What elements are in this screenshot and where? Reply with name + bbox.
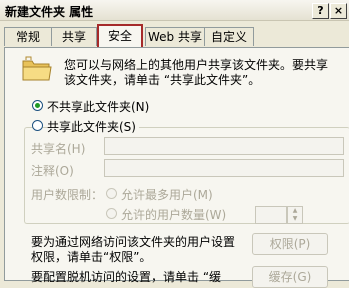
share-name-label: 共享名(H)	[31, 142, 86, 156]
user-count-input[interactable]	[255, 206, 287, 224]
shared-folder-icon	[22, 56, 52, 81]
comment-input[interactable]	[104, 159, 344, 177]
tab-strip: 常规 共享 安全 Web 共享 自定义	[0, 24, 349, 48]
max-allowed-radio[interactable]	[106, 188, 117, 199]
permissions-button[interactable]: 权限(P)	[252, 233, 328, 255]
spin-up-icon[interactable]: ▲	[288, 207, 302, 215]
help-button[interactable]: ?	[312, 3, 329, 19]
caching-button[interactable]: 缓存(G)	[252, 266, 328, 288]
caching-text-line1: 要配置脱机访问的设置，请单击 “缓	[31, 270, 222, 284]
allow-count-label[interactable]: 允许的用户数量(W)	[121, 206, 226, 223]
comment-label: 注释(O)	[31, 164, 74, 178]
user-count-spinner[interactable]: ▲ ▼	[287, 206, 303, 224]
no-share-radio[interactable]	[32, 100, 43, 111]
no-share-label[interactable]: 不共享此文件夹(N)	[47, 98, 149, 115]
user-limit-label: 用户数限制：	[31, 188, 104, 202]
tab-customize[interactable]: 自定义	[204, 27, 254, 46]
share-label[interactable]: 共享此文件夹(S)	[47, 118, 139, 135]
max-allowed-label[interactable]: 允许最多用户(M)	[121, 186, 213, 203]
share-radio[interactable]	[32, 120, 43, 131]
close-button[interactable]: ×	[330, 3, 347, 19]
share-name-input[interactable]	[104, 137, 344, 155]
window-title: 新建文件夹 属性	[5, 5, 94, 19]
tab-security[interactable]: 安全	[97, 24, 143, 48]
title-bar: 新建文件夹 属性 ? ×	[0, 0, 349, 21]
tab-general[interactable]: 常规	[4, 27, 52, 46]
info-text-line2: 该文件夹，请单击 “共享此文件夹”。	[64, 73, 261, 87]
spin-down-icon[interactable]: ▼	[288, 215, 302, 223]
tab-web-sharing[interactable]: Web 共享	[145, 27, 205, 46]
tab-sharing[interactable]: 共享	[51, 27, 97, 46]
allow-count-radio[interactable]	[106, 208, 117, 219]
permissions-text-line2: 权限，请单击“权限”。	[31, 250, 152, 264]
